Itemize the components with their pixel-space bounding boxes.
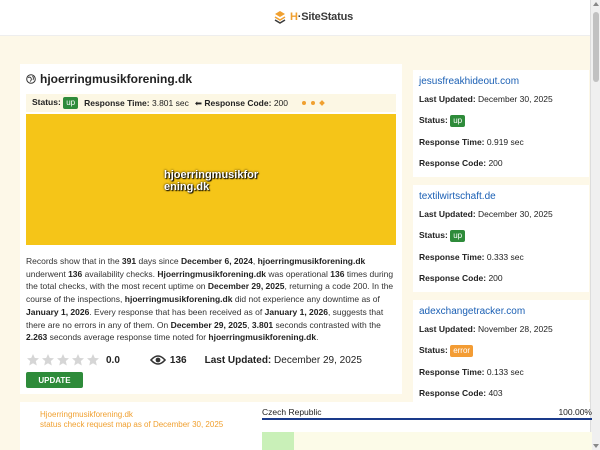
dot-icon: [302, 101, 306, 105]
last-updated-row: Last Updated: December 30, 2025: [419, 94, 553, 104]
site-header: H·SiteStatus: [0, 0, 590, 36]
page-title: hjoerringmusikforening.dk: [26, 72, 192, 86]
site-link[interactable]: adexchangetracker.com: [419, 306, 583, 317]
page-scrollbar[interactable]: [590, 0, 600, 450]
last-updated-row: Last Updated: December 30, 2025: [419, 209, 553, 219]
response-time-row: Response Time: 0.333 sec: [419, 252, 524, 262]
site-link[interactable]: textilwirtschaft.de: [419, 191, 583, 202]
status-badge: up: [450, 115, 466, 127]
status-badge: error: [450, 345, 474, 357]
preview-text: hjoerringmusikforening.dk: [164, 169, 259, 193]
site-card: jesusfreakhideout.com Last Updated: Dece…: [413, 70, 589, 177]
logo-text: H·SiteStatus: [290, 11, 354, 23]
dots-decoration: [302, 100, 325, 106]
country-percent: 100.00%: [558, 407, 592, 417]
star-icon[interactable]: [26, 353, 40, 367]
map-region: [262, 432, 294, 450]
response-code-row: Response Code: 200: [419, 158, 503, 168]
request-map-section: Hjoerringmusikforening.dk status check r…: [20, 402, 592, 450]
star-icon[interactable]: [86, 353, 100, 367]
last-updated-row: Last Updated: November 28, 2025: [419, 324, 553, 334]
star-icon[interactable]: [41, 353, 55, 367]
rating-row: 0.0 136 Last Updated: December 29, 2025: [26, 352, 362, 368]
view-count: 136: [169, 354, 187, 366]
status-row: Status: up: [419, 115, 583, 127]
country-name: Czech Republic: [262, 407, 322, 417]
scroll-down-icon[interactable]: [593, 444, 599, 448]
scroll-thumb[interactable]: [593, 12, 599, 82]
response-time-row: Response Time: 0.919 sec: [419, 137, 524, 147]
main-panel: hjoerringmusikforening.dk Status: up Res…: [20, 64, 402, 394]
site-card: textilwirtschaft.de Last Updated: Decemb…: [413, 185, 589, 292]
site-domain: hjoerringmusikforening.dk: [40, 72, 193, 86]
update-button[interactable]: UPDATE: [26, 372, 83, 388]
site-preview: hjoerringmusikforening.dk: [26, 114, 396, 245]
eye-icon: [149, 355, 166, 365]
status-badge: up: [63, 97, 79, 109]
last-updated: Last Updated: December 29, 2025: [204, 354, 362, 366]
request-map: [262, 432, 592, 450]
related-sites-sidebar: jesusfreakhideout.com Last Updated: Dece…: [413, 70, 589, 415]
logo-icon: [274, 11, 286, 24]
diamond-icon: [319, 100, 325, 106]
map-caption: Hjoerringmusikforening.dk status check r…: [40, 410, 224, 429]
rating-value: 0.0: [106, 354, 120, 366]
country-bar: [262, 418, 592, 420]
globe-icon: [26, 74, 36, 84]
status-row: Status: error: [419, 345, 583, 357]
response-code-row: Response Code: 200: [419, 273, 503, 283]
country-row: Czech Republic 100.00%: [262, 407, 592, 417]
star-icon[interactable]: [71, 353, 85, 367]
site-logo[interactable]: H·SiteStatus: [273, 10, 353, 24]
arrow-icon: ⬅: [194, 97, 202, 108]
star-icon[interactable]: [56, 353, 70, 367]
response-time-row: Response Time: 0.133 sec: [419, 367, 524, 377]
site-link[interactable]: jesusfreakhideout.com: [419, 76, 583, 87]
scroll-up-icon[interactable]: [593, 2, 599, 6]
response-code-item: ⬅ Response Code: 200: [194, 97, 288, 108]
status-item: Status: up: [32, 97, 79, 109]
status-description: Records show that in the 391 days since …: [26, 256, 394, 343]
status-bar: Status: up Response Time: 3.801 sec ⬅ Re…: [26, 94, 396, 112]
star-rating[interactable]: [26, 353, 100, 367]
dot-icon: [311, 101, 315, 105]
status-row: Status: up: [419, 230, 583, 242]
response-code-row: Response Code: 403: [419, 388, 503, 398]
status-badge: up: [450, 230, 466, 242]
site-card: adexchangetracker.com Last Updated: Nove…: [413, 300, 589, 407]
response-time-item: Response Time: 3.801 sec: [84, 98, 189, 108]
